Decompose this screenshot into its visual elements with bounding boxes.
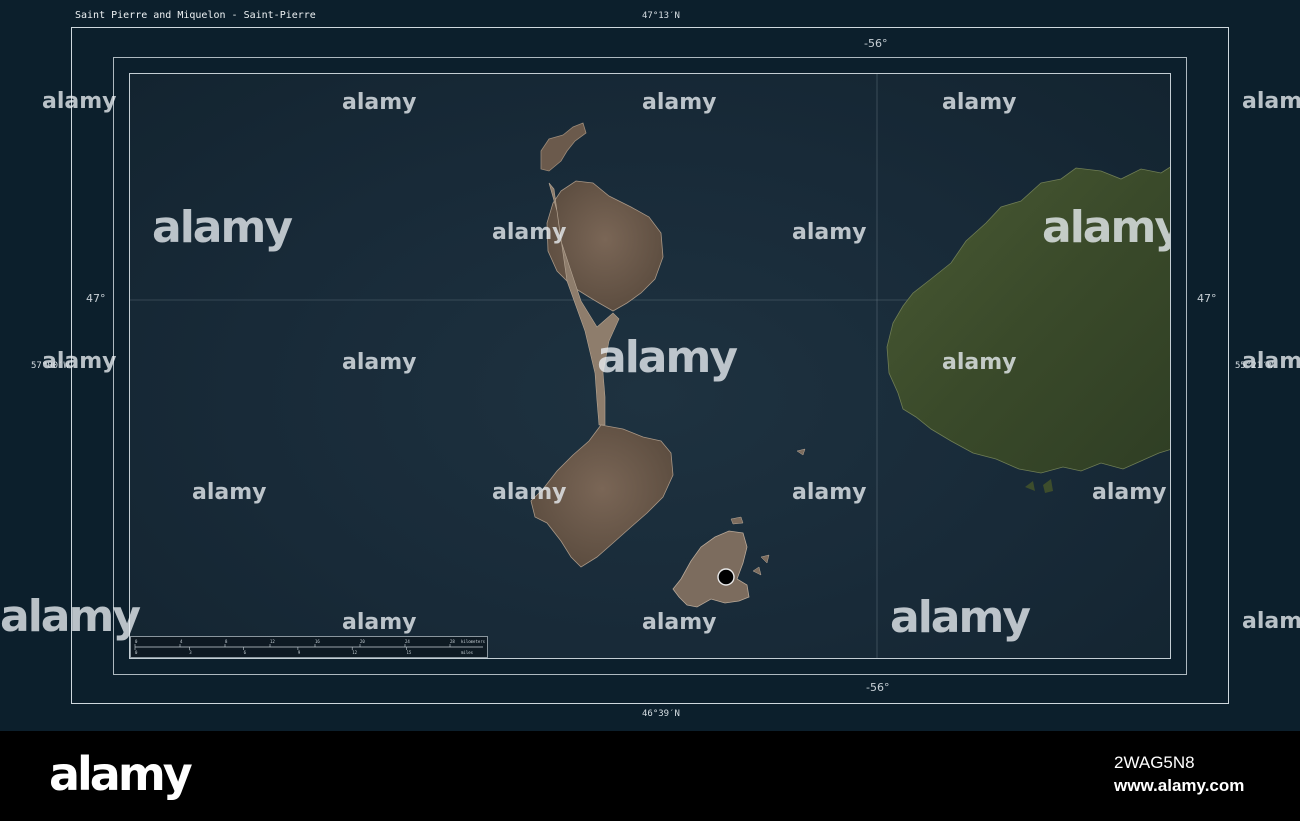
saint-pierre-marker (717, 568, 735, 586)
watermark: alamy (492, 480, 567, 505)
meridian-label-bottom: -56° (866, 681, 890, 694)
scale-tick-label: 4 (180, 639, 183, 644)
scale-bar-graphic: 0 4 8 12 16 20 24 28 kilometers 0 3 6 9 12 15 miles (134, 639, 486, 655)
scale-tick-label: 24 (405, 639, 410, 644)
watermark: alamy (342, 90, 417, 115)
watermark: alamy (1042, 202, 1171, 253)
longitude-right-label: 55°21′W (1235, 361, 1273, 371)
latitude-top-label: 47°13′N (642, 11, 680, 21)
watermark: alamy (1092, 480, 1167, 505)
watermark: alamy (942, 350, 1017, 375)
image-id: 2WAG5N8 (1114, 753, 1195, 772)
watermark: alamy (1242, 609, 1300, 634)
scale-tick-label: 8 (225, 639, 228, 644)
watermark: alamy (792, 480, 867, 505)
watermark: alamy (642, 610, 717, 635)
watermark: alamy (597, 332, 738, 383)
watermark: alamy (0, 591, 141, 642)
watermark: alamy (152, 202, 293, 253)
watermark: alamy (342, 350, 417, 375)
parallel-label-left: 47° (86, 292, 106, 305)
site-url[interactable]: www.alamy.com (1114, 776, 1244, 796)
watermark: alamy (942, 90, 1017, 115)
map-panel: Saint Pierre and Miquelon - Saint-Pierre… (0, 0, 1300, 731)
watermark: alamy (1242, 89, 1300, 114)
alamy-logo: alamy (49, 747, 193, 801)
satellite-map[interactable]: alamy alamy alamy alamy alamy alamy alam… (129, 73, 1171, 659)
scale-tick-label: 20 (360, 639, 365, 644)
watermark: alamy (890, 592, 1031, 643)
map-title: Saint Pierre and Miquelon - Saint-Pierre (75, 10, 316, 21)
scale-tick-label: 28 (450, 639, 455, 644)
scale-unit-label: miles (461, 650, 474, 655)
footer-bar: alamy 2WAG5N8 www.alamy.com (0, 731, 1300, 821)
scale-mi-ticks: 0 3 6 9 12 15 miles (134, 647, 474, 655)
scale-tick-label: 6 (244, 650, 247, 655)
scale-tick-label: 9 (298, 650, 301, 655)
miquelon-island (546, 180, 664, 312)
watermark: alamy (642, 90, 717, 115)
scale-tick-label: 15 (407, 650, 412, 655)
watermark: alamy (792, 220, 867, 245)
miquelon-north-tip (540, 122, 587, 172)
watermark: alamy (342, 610, 417, 635)
scale-tick-label: 0 (135, 639, 138, 644)
watermark: alamy (192, 480, 267, 505)
scale-km-ticks: 0 4 8 12 16 20 24 28 kilometers (134, 639, 486, 647)
scale-bar: 0 4 8 12 16 20 24 28 kilometers 0 3 6 9 12 15 miles (130, 636, 488, 658)
scale-tick-label: 0 (135, 650, 138, 655)
saint-pierre-island (672, 530, 750, 608)
latitude-bottom-label: 46°39′N (642, 709, 680, 719)
meridian-label-top: -56° (864, 37, 888, 50)
scale-tick-label: 12 (270, 639, 275, 644)
scale-tick-label: 12 (352, 650, 357, 655)
longitude-left-label: 57°00′W (31, 361, 69, 371)
scale-tick-label: 16 (315, 639, 320, 644)
newfoundland-islets (1025, 479, 1053, 493)
scale-tick-label: 3 (189, 650, 192, 655)
scale-unit-label: kilometers (461, 639, 486, 644)
watermark: alamy (42, 89, 117, 114)
parallel-label-right: 47° (1197, 292, 1217, 305)
watermark: alamy (492, 220, 567, 245)
